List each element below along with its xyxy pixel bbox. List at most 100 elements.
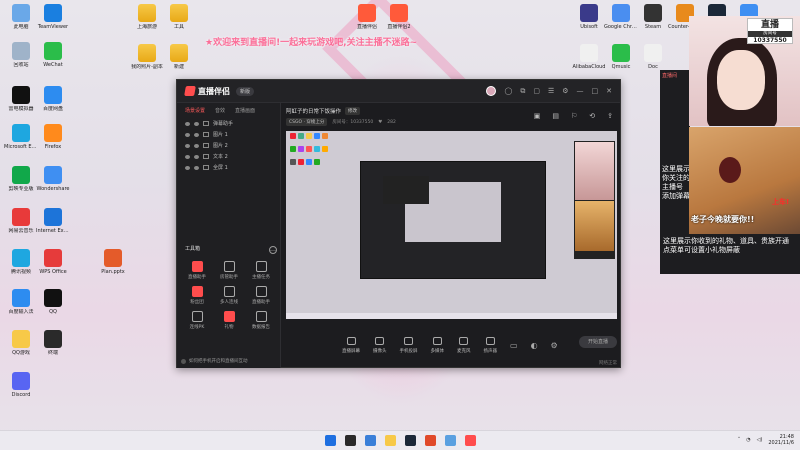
minimize-icon[interactable]: — bbox=[577, 87, 584, 95]
desktop-icon[interactable]: 百度输入法 bbox=[4, 289, 38, 315]
desktop-icon[interactable]: Steam bbox=[636, 4, 670, 30]
source-button[interactable]: 摄像头 bbox=[373, 336, 387, 354]
desktop-icon[interactable]: QQ bbox=[36, 289, 70, 315]
source-item[interactable]: 弹幕助手 bbox=[177, 118, 280, 129]
desktop-icon[interactable]: 雷电模拟器 bbox=[4, 86, 38, 112]
desktop-icon[interactable]: Qmusic bbox=[604, 44, 638, 70]
eye-icon[interactable] bbox=[185, 154, 190, 159]
effects-icon[interactable]: ◐ bbox=[531, 341, 538, 350]
record-icon[interactable]: ◯ bbox=[504, 87, 512, 95]
menu-icon[interactable]: ☰ bbox=[548, 87, 554, 95]
desktop-icon[interactable]: AlibabaCloud bbox=[572, 44, 606, 70]
chrome-icon[interactable] bbox=[444, 435, 456, 446]
stream-preview[interactable] bbox=[286, 131, 617, 319]
desktop-icon[interactable]: Google Chrome bbox=[604, 4, 638, 30]
taskview-icon[interactable] bbox=[364, 435, 376, 446]
user-avatar[interactable] bbox=[486, 86, 497, 96]
source-item[interactable]: 图片 1 bbox=[177, 129, 280, 140]
desktop-icon[interactable]: Microsoft Edge bbox=[4, 124, 38, 150]
start-icon[interactable] bbox=[324, 435, 336, 446]
desktop-icon[interactable]: 腾讯视频 bbox=[4, 249, 38, 275]
source-button[interactable]: 手机投屏 bbox=[400, 336, 418, 354]
wifi-icon[interactable]: ◔ bbox=[746, 437, 750, 443]
chevron-up-icon[interactable]: ˄ bbox=[738, 437, 741, 443]
desktop-icon[interactable]: WPS Office bbox=[36, 249, 70, 275]
source-button[interactable]: 直播屏幕 bbox=[342, 336, 360, 354]
source-item[interactable]: 全屏 1 bbox=[177, 162, 280, 173]
toolbox-item[interactable]: 直播助手 bbox=[245, 286, 277, 305]
toolbox-item[interactable]: 直播助手 bbox=[181, 261, 213, 280]
lock-icon[interactable] bbox=[194, 132, 199, 137]
toolbox-more-button[interactable]: … bbox=[269, 246, 277, 254]
lock-icon[interactable] bbox=[194, 165, 199, 170]
game-category[interactable]: CSGO · 穿梭上分 bbox=[286, 118, 328, 126]
record-settings-icon[interactable]: ▭ bbox=[510, 341, 518, 350]
live-companion-icon[interactable] bbox=[424, 435, 436, 446]
steam-icon[interactable] bbox=[404, 435, 416, 446]
start-live-button[interactable]: 开始直播 bbox=[579, 336, 617, 348]
tab-2[interactable]: 直播画面 bbox=[235, 107, 255, 114]
window-icon[interactable]: ▢ bbox=[533, 87, 540, 95]
source-item[interactable]: 图片 2 bbox=[177, 140, 280, 151]
toolbox-item[interactable]: 数据报告 bbox=[245, 311, 277, 330]
desktop-icon[interactable]: 上海旅游 bbox=[130, 4, 164, 30]
desktop-icon[interactable]: 直播伴侣 bbox=[350, 4, 384, 30]
flag-icon[interactable]: ⚐ bbox=[571, 112, 577, 120]
file-explorer-icon[interactable] bbox=[384, 435, 396, 446]
tab-0[interactable]: 场景设置 bbox=[185, 107, 205, 114]
close-icon[interactable]: ✕ bbox=[606, 87, 612, 95]
source-item[interactable]: 文本 2 bbox=[177, 151, 280, 162]
settings-icon[interactable]: ⚙ bbox=[551, 341, 558, 350]
tab-1[interactable]: 音效 bbox=[215, 107, 225, 114]
desktop-icon[interactable]: Discord bbox=[4, 372, 38, 398]
tip-banner[interactable]: 如何把手机开启和直播间互动 bbox=[181, 358, 277, 364]
lock-icon[interactable] bbox=[194, 154, 199, 159]
desktop-icon[interactable]: 工具 bbox=[162, 4, 196, 30]
app-icon[interactable] bbox=[464, 435, 476, 446]
desktop-icon[interactable]: 回收站 bbox=[4, 42, 38, 68]
eye-icon[interactable] bbox=[185, 143, 190, 148]
desktop-icon[interactable]: 终端 bbox=[36, 330, 70, 356]
desktop-icon[interactable]: WeChat bbox=[36, 42, 70, 68]
lock-icon[interactable] bbox=[194, 121, 199, 126]
desktop-icon[interactable]: TeamViewer bbox=[36, 4, 70, 30]
toolbox-item[interactable]: 多人连线 bbox=[213, 286, 245, 305]
desktop-icon[interactable]: 百度网盘 bbox=[36, 86, 70, 112]
desktop-icon[interactable]: 剪映专业版 bbox=[4, 166, 38, 192]
toolbox-item[interactable]: 礼物 bbox=[213, 311, 245, 330]
eye-icon[interactable] bbox=[185, 121, 190, 126]
desktop-icon[interactable]: Plan.pptx bbox=[96, 249, 130, 275]
share-icon[interactable]: ⇪ bbox=[607, 112, 613, 120]
desktop-icon[interactable]: 此电脑 bbox=[4, 4, 38, 30]
edit-title-button[interactable]: 修改 bbox=[345, 107, 361, 115]
refresh-icon[interactable]: ⟲ bbox=[589, 112, 595, 120]
toolbox-item[interactable]: 连线PK bbox=[181, 311, 213, 330]
eye-icon[interactable] bbox=[185, 165, 190, 170]
source-button[interactable]: 麦克风 bbox=[457, 336, 471, 354]
source-button[interactable]: 多媒体 bbox=[431, 336, 444, 354]
toolbox-item[interactable]: 主播任务 bbox=[245, 261, 277, 280]
desktop-icon[interactable]: Firefox bbox=[36, 124, 70, 150]
source-button[interactable]: 扬声器 bbox=[484, 336, 497, 354]
desktop-icon[interactable]: QQ游戏 bbox=[4, 330, 38, 356]
toolbox-item[interactable]: 房管助手 bbox=[213, 261, 245, 280]
desktop-icon[interactable]: 网易云音乐 bbox=[4, 208, 38, 234]
desktop-icon[interactable]: 我的照片-副本 bbox=[130, 44, 164, 70]
screen-icon[interactable]: ▣ bbox=[534, 112, 541, 120]
lock-icon[interactable] bbox=[194, 143, 199, 148]
layout-icon[interactable]: ⧉ bbox=[520, 87, 525, 96]
maximize-icon[interactable]: □ bbox=[592, 87, 599, 95]
search-icon[interactable] bbox=[344, 435, 356, 446]
desktop-icon[interactable]: Wondershare bbox=[36, 166, 70, 192]
volume-icon[interactable]: ◁) bbox=[757, 437, 763, 443]
desktop-icon[interactable]: Internet Explorer bbox=[36, 208, 70, 234]
eye-icon[interactable] bbox=[185, 132, 190, 137]
list-icon[interactable]: ▤ bbox=[552, 112, 559, 120]
desktop-icon[interactable]: 新建 bbox=[162, 44, 196, 70]
version-badge[interactable]: 新版 bbox=[236, 86, 255, 96]
desktop-icon[interactable]: Doc bbox=[636, 44, 670, 70]
clock[interactable]: 21:48 2021/11/6 bbox=[768, 434, 794, 446]
desktop-icon[interactable]: 直播伴侣2 bbox=[382, 4, 416, 30]
toolbox-item[interactable]: 粉丝团 bbox=[181, 286, 213, 305]
desktop-icon[interactable]: Ubisoft bbox=[572, 4, 606, 30]
